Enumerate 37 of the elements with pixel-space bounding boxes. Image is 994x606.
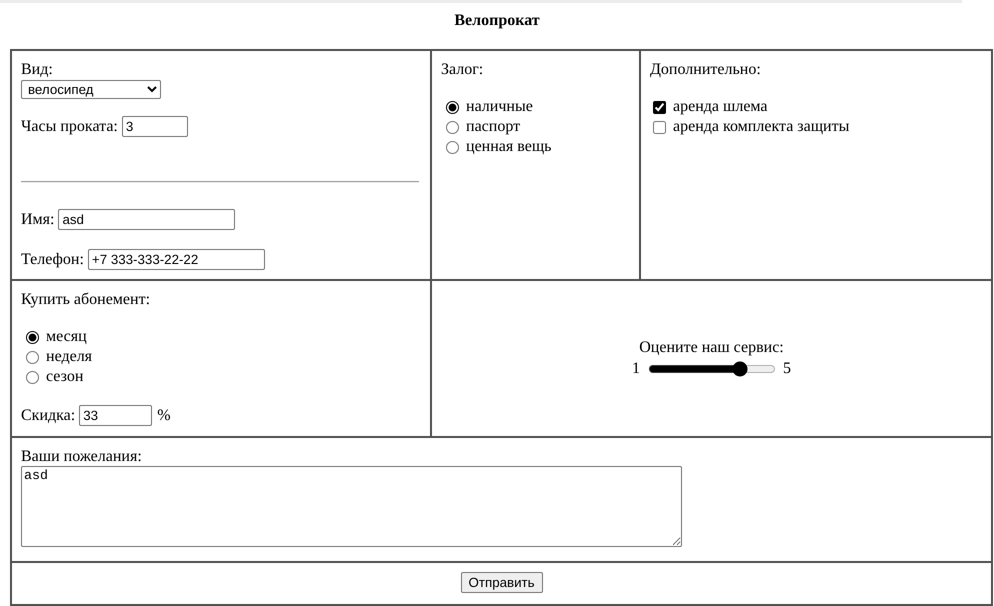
field-label: Скидка: <box>21 406 76 424</box>
option-label: аренда комплекта защиты <box>673 118 850 136</box>
group-label: Дополнительно: <box>650 61 761 79</box>
option-label: аренда шлема <box>673 98 768 116</box>
field-label: Имя: <box>21 210 54 228</box>
group-label: Купить абонемент: <box>21 291 150 309</box>
scale-label: 5 <box>783 360 791 378</box>
option-label: наличные <box>466 98 533 116</box>
text-input[interactable]: asd <box>58 209 236 230</box>
option-label: ценная вещь <box>466 138 552 156</box>
option-label: месяц <box>46 328 87 346</box>
group-label: Залог: <box>441 61 484 79</box>
submit-button[interactable]: Отправить <box>460 572 542 593</box>
option-label: сезон <box>46 368 84 386</box>
option-label: паспорт <box>466 118 520 136</box>
text-input[interactable]: 3 <box>122 116 188 137</box>
unit-label: % <box>157 406 171 424</box>
checkbox[interactable] <box>653 100 666 114</box>
scale-label: 1 <box>632 360 640 378</box>
radio-button[interactable] <box>26 330 39 344</box>
checkbox[interactable] <box>653 120 666 134</box>
radio-button[interactable] <box>26 350 39 364</box>
text-input[interactable]: +7 333-333-22-22 <box>88 249 265 270</box>
field-label: Телефон: <box>21 250 84 268</box>
field-label: Ваши пожелания: <box>21 448 142 466</box>
rating-label: Оцените наш сервис: <box>639 338 784 356</box>
field-label: Часы проката: <box>21 118 118 136</box>
text-input[interactable]: 33 <box>79 405 152 426</box>
message-textarea[interactable]: asd <box>21 466 682 547</box>
radio-button[interactable] <box>446 120 459 134</box>
radio-button[interactable] <box>446 140 459 154</box>
radio-button[interactable] <box>26 370 39 384</box>
page-title: Велопрокат <box>454 12 540 29</box>
radio-button[interactable] <box>446 100 459 114</box>
field-label: Вид: <box>21 61 53 79</box>
dropdown[interactable]: велосипед <box>21 80 161 99</box>
option-label: неделя <box>46 348 92 366</box>
